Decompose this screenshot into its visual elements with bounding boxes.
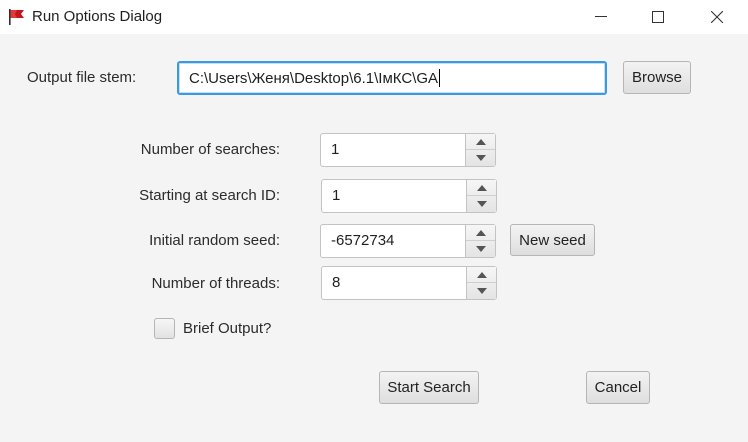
close-icon: [711, 11, 723, 23]
chevron-down-icon: [476, 288, 487, 294]
decrement-button[interactable]: [466, 241, 495, 257]
number-of-searches-label: Number of searches:: [140, 141, 280, 158]
spinner-arrows: [465, 134, 495, 166]
decrement-button[interactable]: [467, 283, 496, 299]
new-seed-button[interactable]: New seed: [510, 224, 595, 256]
brief-output-checkbox[interactable]: [154, 318, 175, 339]
chevron-up-icon: [475, 138, 486, 145]
chevron-down-icon: [475, 155, 486, 161]
initial-random-seed-value: -6572734: [331, 232, 395, 249]
chevron-up-icon: [476, 184, 487, 191]
spinner-arrows: [466, 267, 496, 299]
browse-button-label: Browse: [631, 69, 683, 86]
minimize-icon: [595, 16, 607, 17]
starting-search-id-value: 1: [332, 187, 341, 204]
minimize-button[interactable]: [578, 0, 624, 34]
number-of-threads-label: Number of threads:: [151, 275, 280, 292]
spinner-arrows: [466, 180, 496, 212]
maximize-button[interactable]: [635, 0, 681, 34]
output-file-stem-label: Output file stem:: [27, 69, 137, 86]
chevron-up-icon: [475, 229, 486, 236]
decrement-button[interactable]: [467, 196, 496, 212]
number-of-searches-value: 1: [331, 141, 340, 158]
output-file-stem-value: C:\Users\Женя\Desktop\6.1\ІмКС\GA: [189, 69, 439, 87]
decrement-button[interactable]: [466, 150, 495, 166]
chevron-up-icon: [476, 271, 487, 278]
increment-button[interactable]: [466, 225, 495, 241]
browse-button[interactable]: Browse: [623, 61, 691, 94]
number-of-threads-spinner[interactable]: 8: [321, 266, 497, 300]
text-caret: [439, 69, 441, 87]
window-title: Run Options Dialog: [32, 8, 163, 25]
initial-random-seed-label: Initial random seed:: [149, 232, 280, 249]
output-file-stem-input[interactable]: C:\Users\Женя\Desktop\6.1\ІмКС\GA: [177, 61, 607, 95]
start-search-button-label: Start Search: [387, 379, 471, 396]
number-of-threads-value: 8: [332, 274, 341, 291]
red-flag-icon: [9, 9, 24, 25]
maximize-icon: [652, 11, 664, 23]
start-search-button[interactable]: Start Search: [379, 371, 479, 404]
number-of-searches-spinner[interactable]: 1: [320, 133, 496, 167]
title-bar: Run Options Dialog: [0, 0, 748, 34]
close-button[interactable]: [694, 0, 740, 34]
starting-search-id-spinner[interactable]: 1: [321, 179, 497, 213]
initial-random-seed-spinner[interactable]: -6572734: [320, 224, 496, 258]
cancel-button[interactable]: Cancel: [586, 371, 650, 404]
increment-button[interactable]: [467, 180, 496, 196]
new-seed-button-label: New seed: [519, 231, 586, 249]
chevron-down-icon: [475, 246, 486, 252]
increment-button[interactable]: [466, 134, 495, 150]
spinner-arrows: [465, 225, 495, 257]
brief-output-label: Brief Output?: [183, 320, 272, 337]
increment-button[interactable]: [467, 267, 496, 283]
cancel-button-label: Cancel: [594, 379, 642, 396]
starting-search-id-label: Starting at search ID:: [139, 187, 280, 204]
chevron-down-icon: [476, 201, 487, 207]
